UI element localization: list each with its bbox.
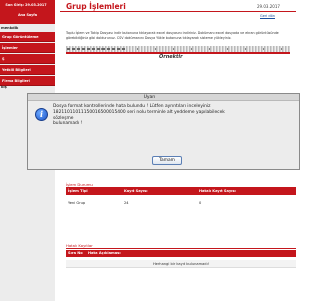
sidebar-item-grup-goruntuleme[interactable]: Grup Görüntüleme: [0, 32, 55, 42]
ok-button[interactable]: Tamam: [152, 156, 182, 165]
col-header-row-no: Sıra No: [68, 251, 83, 255]
warning-dialog: Uyarı i Dosya format kontrollerinde hata…: [27, 93, 300, 170]
col-header-error-count: Hatalı Kayıt Sayısı: [199, 189, 236, 193]
sample-screenshot: Örnektir: [66, 46, 290, 61]
sidebar-item-islemler[interactable]: İşlemler: [0, 43, 55, 53]
dialog-message: Dosya format kontrollerinde hata bulundu…: [53, 104, 238, 127]
empty-table-row: Herhangi bir kayıt bulunamadı!: [66, 260, 296, 268]
errors-table-header: Sıra No Hata Açıklaması: [66, 250, 296, 257]
dialog-message-line: bulunamadı !: [53, 121, 83, 127]
row-count: 24: [124, 201, 129, 205]
dialog-message-line: Dosya format kontrollerinde hata bulundu…: [53, 104, 211, 109]
sidebar-header: Son Giriş: 29.03.2017 Ana Sayfa: [0, 0, 55, 24]
sample-column-marks: [67, 48, 127, 50]
instructions-text: Toplu İşlem ve Takip Dosyası indir buton…: [66, 31, 279, 40]
sidebar-cut-label: kış: [1, 85, 7, 89]
sidebar-item-yetkili-bilgileri[interactable]: Yetkili Bilgileri: [0, 65, 55, 75]
row-error-count: 0: [199, 201, 202, 205]
last-login-text: Son Giriş: 29.03.2017: [5, 3, 47, 7]
col-header-count: Kayıt Sayısı: [124, 189, 148, 193]
sample-label: Örnektir: [159, 54, 183, 60]
empty-message: Herhangi bir kayıt bulunamadı!: [152, 262, 210, 266]
dialog-title: Uyarı: [143, 95, 156, 100]
row-type: Yeni Grup: [68, 201, 86, 205]
page-title: Grup İşlemleri: [66, 2, 126, 11]
status-table-header: İşlem Tipi Kayıt Sayısı Hatalı Kayıt Say…: [66, 188, 296, 195]
sidebar-item-s[interactable]: Ş: [0, 54, 55, 64]
page-date: 29.03.2017: [257, 4, 280, 9]
info-icon: i: [35, 108, 48, 121]
dialog-message-line: 18211011011150016500015400 seri nolu ter…: [53, 109, 225, 121]
errors-section-divider: [66, 248, 296, 249]
sidebar-item-firma-bilgileri[interactable]: Firma Bilgileri: [0, 76, 55, 86]
col-header-type: İşlem Tipi: [68, 189, 88, 193]
sidebar-section-header: menkdik: [1, 26, 19, 30]
title-divider: [60, 11, 296, 12]
back-link[interactable]: Geri dön: [260, 14, 275, 18]
col-header-error-desc: Hata Açıklaması: [88, 251, 121, 255]
dialog-titlebar[interactable]: Uyarı: [28, 94, 299, 101]
home-link[interactable]: Ana Sayfa: [0, 13, 55, 17]
